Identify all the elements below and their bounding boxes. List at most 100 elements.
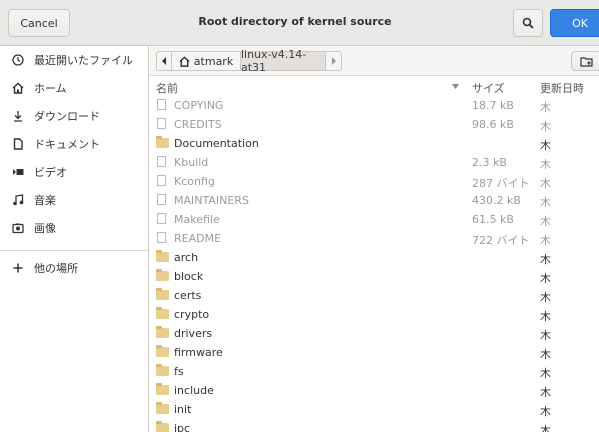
sidebar-item-downloads[interactable]: ダウンロード — [10, 106, 100, 126]
text-file-icon — [156, 194, 168, 206]
search-button[interactable] — [513, 9, 543, 37]
text-file-icon — [156, 213, 168, 225]
column-header: 名前 サイズ 更新日時 — [150, 76, 599, 96]
file-size: 2.3 kB — [472, 156, 507, 169]
file-modified: 木 — [540, 329, 551, 342]
file-modified: 木 — [540, 234, 551, 247]
file-modified: 木 — [540, 177, 551, 190]
image-icon — [10, 222, 26, 234]
home-icon — [10, 82, 26, 94]
file-row[interactable]: certs 木 — [150, 286, 599, 305]
file-row[interactable]: crypto 木 — [150, 305, 599, 324]
file-name: Kconfig — [174, 175, 215, 188]
dialog-header: Cancel Root directory of kernel source O… — [0, 0, 599, 46]
file-modified: 木 — [540, 101, 551, 114]
cancel-button[interactable]: Cancel — [8, 9, 70, 37]
file-row[interactable]: drivers 木 — [150, 324, 599, 343]
file-row[interactable]: README 722 バイト木 — [150, 229, 599, 248]
ok-button[interactable]: OK — [550, 9, 599, 37]
file-row[interactable]: COPYING 18.7 kB 木 — [150, 96, 599, 115]
file-row[interactable]: Documentation 木 — [150, 134, 599, 153]
plus-icon — [10, 262, 26, 274]
path-scroll-left-button[interactable] — [156, 51, 172, 71]
file-modified: 木 — [540, 158, 551, 171]
file-row[interactable]: init 木 — [150, 400, 599, 419]
file-name: README — [174, 232, 222, 245]
file-modified: 木 — [540, 120, 551, 133]
file-name: drivers — [174, 327, 213, 340]
file-size: 61.5 kB — [472, 213, 514, 226]
file-size: 722 バイト — [472, 234, 530, 247]
sidebar-item-videos[interactable]: ビデオ — [10, 162, 67, 182]
file-name: crypto — [174, 308, 210, 321]
file-modified: 木 — [540, 348, 551, 361]
sort-descending-icon — [452, 84, 459, 89]
file-row[interactable]: Makefile 61.5 kB 木 — [150, 210, 599, 229]
file-name: Documentation — [174, 137, 259, 150]
file-list: COPYING 18.7 kB 木 CREDITS 98.6 kB 木 Documentat… — [150, 96, 599, 432]
column-name-header[interactable]: 名前 — [156, 80, 178, 96]
file-row[interactable]: CREDITS 98.6 kB 木 — [150, 115, 599, 134]
file-modified: 木 — [540, 367, 551, 380]
file-size: 18.7 kB — [472, 99, 514, 112]
new-folder-icon — [579, 56, 593, 67]
arrow-right-icon — [331, 57, 336, 65]
sidebar-item-other-locations[interactable]: 他の場所 — [10, 258, 78, 278]
file-name: ipc — [174, 422, 191, 432]
file-row[interactable]: firmware 木 — [150, 343, 599, 362]
file-row[interactable]: block 木 — [150, 267, 599, 286]
file-row[interactable]: ipc 木 — [150, 419, 599, 432]
path-scroll-right-button[interactable] — [326, 51, 342, 71]
sidebar-item-documents[interactable]: ドキュメント — [10, 134, 100, 154]
folder-icon — [156, 269, 169, 282]
file-row[interactable]: arch 木 — [150, 248, 599, 267]
new-folder-button[interactable] — [571, 51, 599, 71]
sidebar-item-music[interactable]: 音楽 — [10, 190, 56, 210]
video-icon — [10, 166, 26, 178]
file-name: fs — [174, 365, 184, 378]
column-modified-header[interactable]: 更新日時 — [540, 80, 584, 96]
sidebar-item-label: ビデオ — [34, 166, 67, 179]
path-segment-label: linux-v4.14-at31 — [241, 48, 307, 74]
dialog-title: Root directory of kernel source — [198, 15, 392, 28]
folder-icon — [156, 421, 169, 432]
folder-icon — [156, 136, 169, 149]
file-name: Makefile — [174, 213, 220, 226]
file-row[interactable]: Kbuild 2.3 kB 木 — [150, 153, 599, 172]
file-modified: 木 — [540, 291, 551, 304]
folder-icon — [156, 326, 169, 339]
sidebar-item-label: 他の場所 — [34, 262, 78, 275]
sidebar-item-pictures[interactable]: 画像 — [10, 218, 56, 238]
file-modified: 木 — [540, 272, 551, 285]
text-file-icon — [156, 99, 168, 111]
file-modified: 木 — [540, 139, 551, 152]
sidebar-item-label: 音楽 — [34, 194, 56, 207]
file-modified: 木 — [540, 196, 551, 209]
document-icon — [10, 138, 26, 150]
file-name: CREDITS — [174, 118, 222, 131]
file-row[interactable]: fs 木 — [150, 362, 599, 381]
sidebar-item-label: ドキュメント — [34, 138, 100, 151]
path-segment-label: atmark — [193, 54, 234, 68]
path-segment-home[interactable]: atmark — [172, 51, 241, 71]
path-segment-current[interactable]: linux-v4.14-at31 — [241, 48, 326, 74]
file-modified: 木 — [540, 405, 551, 418]
text-file-icon — [156, 175, 168, 187]
folder-icon — [156, 250, 169, 263]
sidebar-item-label: 最近開いたファイル — [34, 54, 133, 67]
folder-icon — [156, 364, 169, 377]
file-modified: 木 — [540, 424, 551, 432]
folder-icon — [156, 402, 169, 415]
file-name: include — [174, 384, 214, 397]
file-modified: 木 — [540, 310, 551, 323]
file-row[interactable]: include 木 — [150, 381, 599, 400]
file-modified: 木 — [540, 253, 551, 266]
path-bar: atmark linux-v4.14-at31 — [150, 46, 599, 76]
file-modified: 木 — [540, 215, 551, 228]
file-row[interactable]: Kconfig 287 バイト木 — [150, 172, 599, 191]
sidebar-item-recent[interactable]: 最近開いたファイル — [10, 50, 133, 70]
column-size-header[interactable]: サイズ — [472, 80, 505, 96]
file-row[interactable]: MAINTAINERS 430.2 kB 木 — [150, 191, 599, 210]
music-icon — [10, 194, 26, 206]
sidebar-item-home[interactable]: ホーム — [10, 78, 67, 98]
